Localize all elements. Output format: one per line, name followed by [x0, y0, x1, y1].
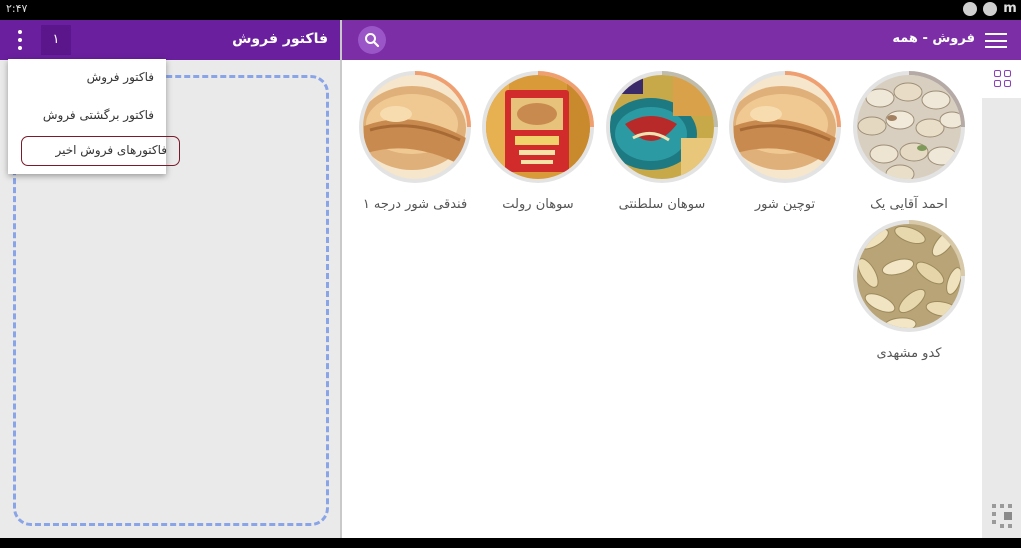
product-card[interactable]: سوهان رولت	[479, 68, 597, 212]
pane-divider	[340, 20, 342, 538]
product-card[interactable]: احمد آقایی یک	[850, 68, 968, 212]
product-card[interactable]: سوهان سلطنتی	[603, 68, 721, 212]
product-image	[853, 71, 965, 183]
side-strip	[982, 98, 1021, 538]
grid-view-icon[interactable]	[994, 70, 1012, 88]
product-image	[606, 71, 718, 183]
qr-scan-icon[interactable]	[992, 504, 1012, 528]
menu-item-recent-sales-invoices[interactable]: فاکتورهای فروش اخیر	[21, 136, 180, 166]
products-toolbar: فروش - همه	[342, 20, 1021, 60]
app-notification-icon: m	[1003, 1, 1017, 16]
product-image	[729, 71, 841, 183]
products-title: فروش - همه	[892, 31, 975, 46]
search-button[interactable]	[358, 26, 386, 54]
product-image	[359, 71, 471, 183]
product-card[interactable]: فندقی شور درجه ۱	[356, 68, 474, 212]
product-image	[853, 220, 965, 332]
menu-item-sales-return-invoice[interactable]: فاکتور برگشتی فروش	[43, 108, 154, 122]
status-time: ۲:۴۷	[6, 2, 28, 15]
product-name: کدو مشهدی	[876, 346, 942, 361]
system-nav-bar	[0, 538, 1021, 548]
overflow-menu: فاکتور فروش فاکتور برگشتی فروش فاکتورهای…	[8, 59, 180, 174]
status-bar: ۲:۴۷ m	[0, 0, 1021, 20]
invoice-title: فاکتور فروش	[232, 31, 328, 47]
invoice-counter-badge[interactable]: ۱	[41, 25, 71, 55]
product-name: فندقی شور درجه ۱	[362, 197, 468, 212]
menu-icon[interactable]	[985, 33, 1007, 48]
product-image	[482, 71, 594, 183]
menu-item-sales-invoice[interactable]: فاکتور فروش	[87, 70, 154, 84]
status-icons: m	[963, 2, 1017, 16]
invoice-toolbar: فاکتور فروش ۱	[0, 20, 340, 60]
app-window: فاکتور فروش ۱ فروش - همه احمد آقایی یک ت…	[0, 20, 1021, 538]
search-icon	[365, 33, 380, 48]
notification-icon	[983, 2, 997, 16]
more-options-icon[interactable]	[12, 28, 28, 52]
notification-icon	[963, 2, 977, 16]
product-card[interactable]: کدو مشهدی	[850, 217, 968, 361]
product-card[interactable]: توچین شور	[726, 68, 844, 212]
